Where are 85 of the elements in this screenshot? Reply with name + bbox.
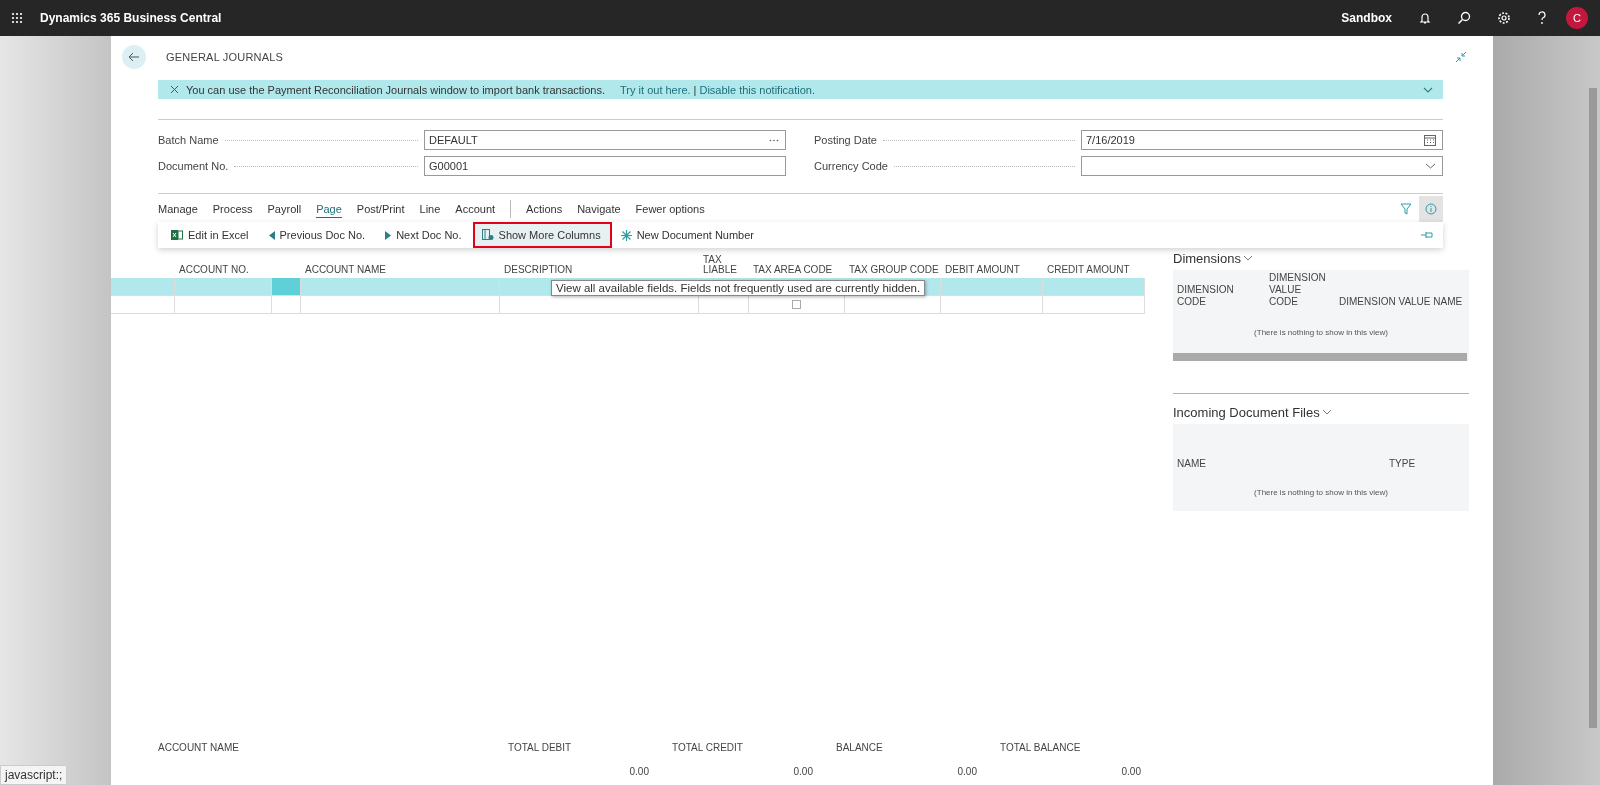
chevron-down-icon[interactable] (1425, 163, 1436, 169)
column-header[interactable]: ACCOUNT NAME (305, 264, 386, 275)
help-icon[interactable] (1537, 11, 1547, 25)
action-tab[interactable]: Line (419, 201, 441, 217)
action-tab[interactable]: Payroll (267, 201, 302, 217)
column-header[interactable]: TAX AREA CODE (753, 264, 833, 275)
action-tab[interactable]: Account (455, 201, 496, 217)
scrollbar[interactable] (1589, 88, 1597, 728)
input-field[interactable]: DEFAULT (424, 130, 786, 150)
more-icon[interactable] (769, 138, 779, 142)
calendar-icon[interactable] (1424, 134, 1436, 146)
action-tab[interactable]: Fewer options (635, 201, 705, 217)
action-tab[interactable]: Post/Print (356, 201, 405, 217)
app-title: Dynamics 365 Business Central (40, 11, 222, 25)
totals-label: ACCOUNT NAME (157, 741, 240, 753)
action-tab[interactable]: Manage (158, 201, 198, 217)
scrollbar[interactable] (1173, 353, 1467, 361)
chevron-down-icon[interactable] (1242, 255, 1253, 261)
field-label: Posting Date (814, 134, 877, 146)
status-url: javascript:; (0, 765, 68, 785)
right-triangle-icon (385, 230, 392, 240)
notification-link[interactable]: Disable this notification. (699, 83, 815, 96)
notification-link[interactable]: Try it out here. (620, 83, 691, 96)
empty-message: (There is nothing to show in this view) (1253, 327, 1389, 339)
collapse-icon[interactable] (1455, 51, 1467, 63)
totals-value: 0.00 (792, 765, 813, 777)
checkbox[interactable] (792, 300, 801, 309)
column-header[interactable]: DESCRIPTION (504, 264, 573, 275)
pin-icon[interactable] (1421, 231, 1433, 239)
sparkle-icon (620, 229, 632, 241)
totals-value: 0.00 (628, 765, 649, 777)
action-button[interactable]: Show More Columns (472, 222, 612, 248)
totals-value: 0.00 (956, 765, 977, 777)
user-avatar[interactable]: C (1566, 7, 1588, 29)
notification-message: You can use the Payment Reconciliation Journals window to import bank transactions. (186, 83, 606, 96)
column-header[interactable]: DEBIT AMOUNT (945, 264, 1020, 275)
totals-label: TOTAL BALANCE (1000, 741, 1081, 753)
column-header: DIMENSION VALUE NAME (1339, 296, 1464, 308)
link-separator: | (693, 83, 697, 96)
action-tab[interactable]: Navigate (577, 201, 621, 217)
settings-icon[interactable] (1497, 11, 1511, 25)
column-header[interactable]: CREDIT AMOUNT (1047, 264, 1130, 275)
filter-icon[interactable] (1400, 203, 1412, 215)
totals-value: 0.00 (1120, 765, 1141, 777)
column-header: NAME (1177, 458, 1207, 470)
chevron-down-icon[interactable] (1321, 409, 1332, 415)
column-header[interactable]: TAX GROUP CODE (849, 264, 939, 275)
empty-message: (There is nothing to show in this view) (1253, 487, 1389, 499)
factbox-title[interactable]: Incoming Document Files (1173, 404, 1320, 420)
info-icon (1425, 203, 1437, 215)
left-triangle-icon (268, 230, 275, 240)
action-button[interactable]: Previous Doc No. (259, 222, 377, 248)
back-button[interactable] (122, 45, 146, 69)
column-header: DIMENSION VALUE CODE (1269, 272, 1327, 308)
column-header: DIMENSION CODE (1177, 284, 1235, 308)
input-field[interactable] (1081, 156, 1443, 176)
search-icon[interactable] (1457, 11, 1471, 25)
back-arrow-icon (128, 52, 140, 62)
field-label: Currency Code (814, 160, 888, 172)
column-header[interactable]: TAX LIABLE (703, 255, 737, 275)
field-label: Batch Name (158, 134, 219, 146)
action-tab[interactable]: Actions (526, 201, 563, 217)
page-title: GENERAL JOURNALS (166, 51, 284, 63)
tooltip: View all available fields. Fields not frequently used are currently hidden. (551, 280, 926, 296)
chevron-down-icon[interactable] (1423, 86, 1433, 93)
app-launcher-icon[interactable] (11, 12, 23, 24)
totals-label: BALANCE (836, 741, 884, 753)
bell-icon[interactable] (1419, 11, 1431, 25)
input-field[interactable]: 7/16/2019 (1081, 130, 1443, 150)
action-button[interactable]: Edit in Excel (162, 222, 260, 248)
action-tab[interactable]: Process (212, 201, 253, 217)
close-icon[interactable] (170, 85, 179, 94)
column-header: TYPE (1389, 458, 1417, 470)
excel-icon (171, 229, 183, 241)
factbox-title[interactable]: Dimensions (1173, 250, 1241, 266)
column-header[interactable]: ACCOUNT NO. (179, 264, 249, 275)
action-button[interactable]: New Document Number (611, 222, 765, 248)
totals-label: TOTAL DEBIT (508, 741, 573, 753)
columns-icon (481, 229, 494, 241)
totals-label: TOTAL CREDIT (672, 741, 744, 753)
action-button[interactable]: Next Doc No. (376, 222, 473, 248)
field-label: Document No. (158, 160, 229, 172)
action-tab[interactable]: Page (316, 200, 342, 218)
input-field[interactable]: G00001 (424, 156, 786, 176)
environment-label: Sandbox (1341, 11, 1392, 25)
